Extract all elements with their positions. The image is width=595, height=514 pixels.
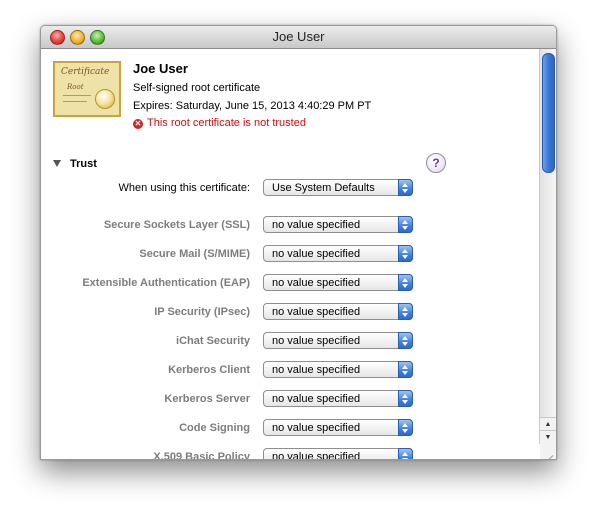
popup-arrows-icon — [398, 390, 413, 407]
certificate-kind: Self-signed root certificate — [133, 82, 261, 94]
vertical-scrollbar[interactable]: ▲ ▼ — [539, 49, 556, 444]
policy-label-eap: Extensible Authentication (EAP) — [82, 277, 250, 289]
popup-arrows-icon — [398, 216, 413, 233]
popup-arrows-icon — [398, 419, 413, 436]
policy-popup-code-signing[interactable]: no value specified — [263, 419, 413, 436]
policy-popup-ichat[interactable]: no value specified — [263, 332, 413, 349]
scroll-down-arrow-icon[interactable]: ▼ — [540, 430, 556, 444]
popup-arrows-icon — [398, 274, 413, 291]
policy-popup-kerberos-client[interactable]: no value specified — [263, 361, 413, 378]
certificate-icon-subtext: Root — [67, 83, 84, 91]
certificate-name: Joe User — [133, 61, 188, 76]
disclosure-triangle-icon[interactable] — [53, 160, 61, 167]
error-icon: ✕ — [133, 119, 143, 129]
policy-value: no value specified — [272, 277, 361, 289]
content-area: Certificate Root Joe User Self-signed ro… — [41, 49, 539, 459]
policy-label-code-signing: Code Signing — [179, 422, 250, 434]
resize-grip-icon[interactable] — [540, 444, 556, 459]
trust-disclosure[interactable]: Trust — [53, 158, 97, 170]
help-button[interactable]: ? — [426, 153, 446, 173]
policy-value: no value specified — [272, 364, 361, 376]
certificate-window: Joe User Certificate Root Joe User Self-… — [40, 25, 557, 460]
title-bar[interactable]: Joe User — [41, 26, 556, 49]
policy-value: no value specified — [272, 219, 361, 231]
certificate-icon-line — [63, 101, 87, 102]
trust-warning-text: This root certificate is not trusted — [147, 117, 306, 129]
certificate-icon: Certificate Root — [53, 61, 121, 117]
policy-value: no value specified — [272, 422, 361, 434]
certificate-expiry: Expires: Saturday, June 15, 2013 4:40:29… — [133, 100, 372, 112]
when-using-label: When using this certificate: — [118, 182, 250, 194]
certificate-icon-text: Certificate — [61, 67, 110, 77]
policy-value: no value specified — [272, 335, 361, 347]
scroll-thumb[interactable] — [542, 53, 555, 173]
policy-value: no value specified — [272, 393, 361, 405]
scroll-up-arrow-icon[interactable]: ▲ — [540, 417, 556, 431]
system-defaults-popup[interactable]: Use System Defaults — [263, 179, 413, 196]
trust-header-label: Trust — [70, 158, 97, 170]
popup-arrows-icon — [398, 303, 413, 320]
popup-arrows-icon — [398, 361, 413, 378]
popup-arrows-icon — [398, 179, 413, 196]
policy-popup-x509[interactable]: no value specified — [263, 448, 413, 460]
popup-arrows-icon — [398, 332, 413, 349]
policy-label-ssl: Secure Sockets Layer (SSL) — [103, 219, 250, 231]
policy-label-x509: X.509 Basic Policy — [153, 451, 250, 460]
policy-label-kerberos-server: Kerberos Server — [164, 393, 250, 405]
policy-label-ipsec: IP Security (IPsec) — [154, 306, 250, 318]
policy-value: no value specified — [272, 248, 361, 260]
popup-arrows-icon — [398, 245, 413, 262]
window-title: Joe User — [272, 29, 325, 44]
policy-popup-kerberos-server[interactable]: no value specified — [263, 390, 413, 407]
certificate-seal-icon — [95, 89, 115, 109]
trust-warning: ✕ This root certificate is not trusted — [133, 117, 306, 129]
policy-label-ichat: iChat Security — [176, 335, 250, 347]
policy-popup-eap[interactable]: no value specified — [263, 274, 413, 291]
policy-popup-smime[interactable]: no value specified — [263, 245, 413, 262]
policy-label-kerberos-client: Kerberos Client — [168, 364, 250, 376]
policy-value: no value specified — [272, 306, 361, 318]
policy-popup-ssl[interactable]: no value specified — [263, 216, 413, 233]
popup-arrows-icon — [398, 448, 413, 459]
system-defaults-value: Use System Defaults — [272, 182, 375, 194]
certificate-icon-line — [63, 95, 91, 96]
policy-label-smime: Secure Mail (S/MIME) — [139, 248, 250, 260]
policy-value: no value specified — [272, 451, 361, 460]
policy-popup-ipsec[interactable]: no value specified — [263, 303, 413, 320]
